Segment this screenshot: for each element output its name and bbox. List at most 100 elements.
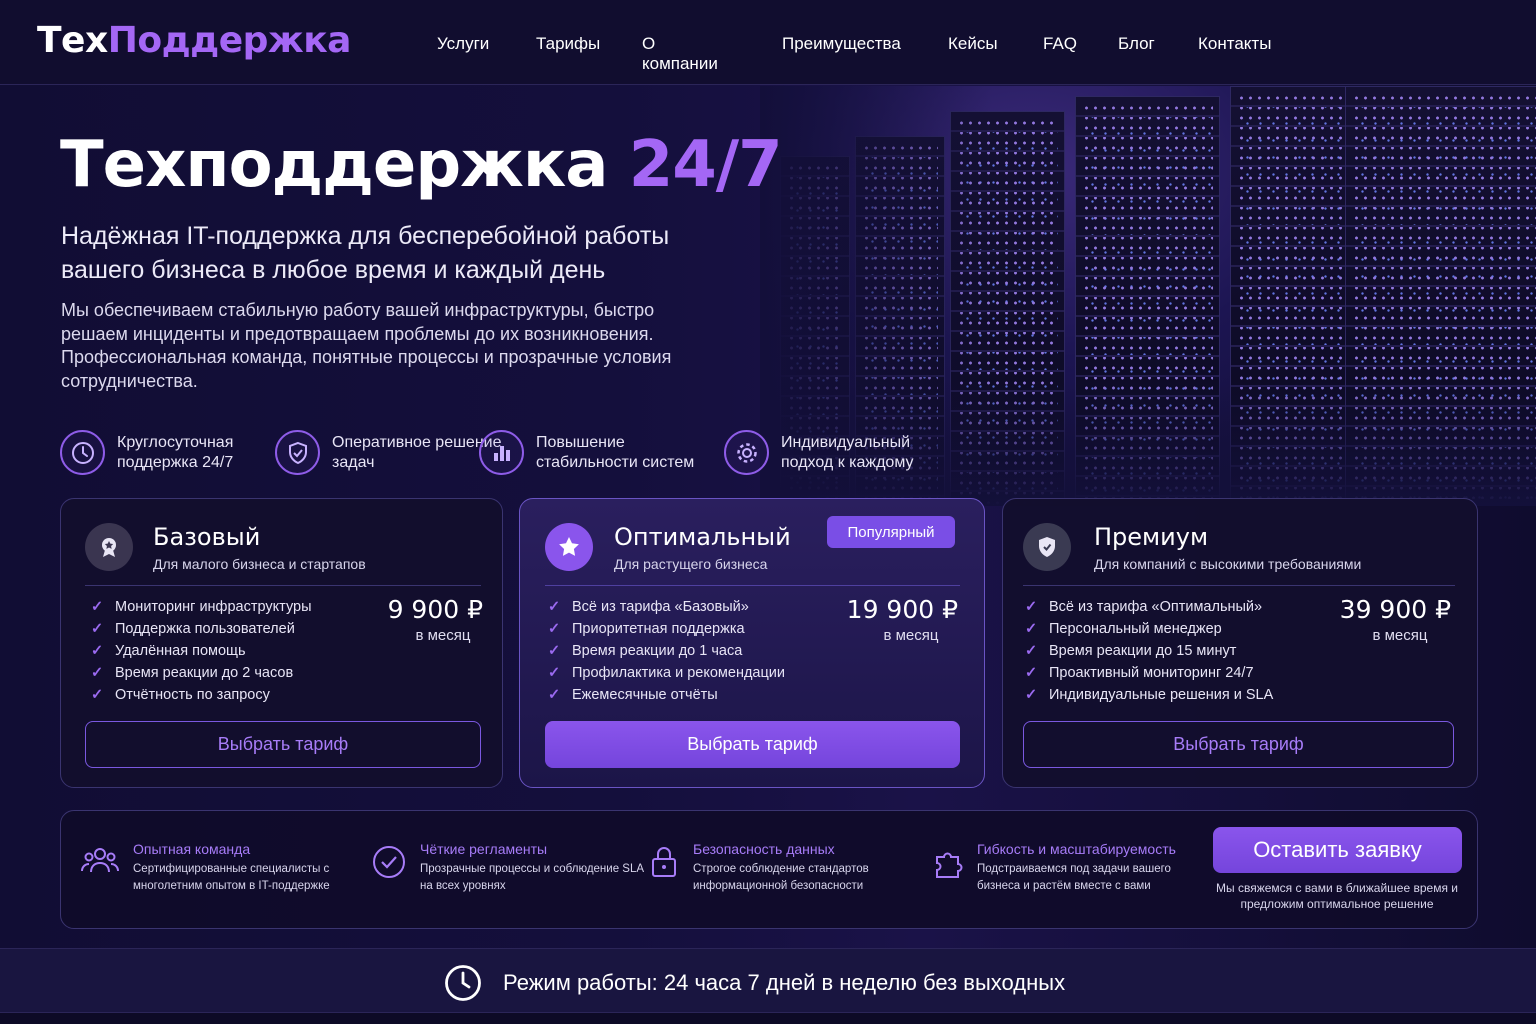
- plan-card-basic: Базовый Для малого бизнеса и стартапов ✓…: [60, 498, 503, 788]
- working-hours-text: Режим работы: 24 часа 7 дней в неделю бе…: [503, 970, 1066, 995]
- check-icon: ✓: [1025, 665, 1038, 681]
- check-icon: ✓: [91, 621, 104, 637]
- benefit-text: Строгое соблюдение стандартов информацио…: [693, 863, 869, 892]
- plan-feature: ✓ Удалённая помощь: [91, 640, 312, 662]
- cta-note: Мы свяжемся с вами в ближайшее время и п…: [1216, 881, 1458, 911]
- choose-plan-basic-button[interactable]: Выбрать тариф: [85, 721, 481, 768]
- plan-period: в месяц: [883, 627, 939, 644]
- plan-feature: ✓ Проактивный мониторинг 24/7: [1025, 662, 1273, 684]
- benefit-text: Подстраиваемся под задачи вашего бизнеса…: [977, 863, 1171, 892]
- feature-item: Индивидуальный подход к каждому: [724, 430, 951, 475]
- check-icon: ✓: [548, 687, 561, 703]
- plan-feature: ✓ Время реакции до 15 минут: [1025, 640, 1273, 662]
- team-icon: [81, 845, 119, 882]
- hero-features: Круглосуточная поддержка 24/7 Оперативно…: [60, 430, 960, 476]
- plan-audience: Для малого бизнеса и стартапов: [153, 556, 366, 572]
- plan-price: 39 900 ₽: [1339, 595, 1451, 624]
- plan-features: ✓ Всё из тарифа «Оптимальный» ✓ Персональн…: [1025, 596, 1273, 706]
- logo[interactable]: ТехПоддержка: [37, 20, 351, 61]
- divider: [545, 585, 960, 586]
- lock-icon: [650, 845, 678, 884]
- choose-plan-optimal-button[interactable]: Выбрать тариф: [545, 721, 960, 768]
- hero-title: Техподдержка 24/7: [60, 128, 783, 202]
- plan-title: Оптимальный: [614, 523, 791, 551]
- plan-audience: Для компаний с высокими требованиями: [1094, 556, 1362, 572]
- feature-text: Оперативное решение задач: [332, 433, 502, 471]
- plan-feature: ✓ Профилактика и рекомендации: [548, 662, 785, 684]
- bar-chart-icon: [479, 430, 524, 475]
- nav-contacts[interactable]: Контакты: [1198, 34, 1271, 54]
- plan-period: в месяц: [415, 627, 471, 644]
- nav-services[interactable]: Услуги: [437, 34, 489, 54]
- benefit-title: Опытная команда: [133, 841, 251, 857]
- nav-cases[interactable]: Кейсы: [948, 34, 998, 54]
- feature-item: Круглосуточная поддержка 24/7: [60, 430, 287, 475]
- clock-icon: [60, 430, 105, 475]
- puzzle-icon: [933, 845, 967, 884]
- hero-subtitle: Надёжная IT-поддержка для бесперебойной …: [61, 222, 670, 284]
- plan-title: Базовый: [153, 523, 261, 551]
- check-icon: ✓: [548, 643, 561, 659]
- nav-tariffs[interactable]: Тарифы: [536, 34, 600, 54]
- star-icon: [545, 523, 593, 571]
- award-icon: [85, 523, 133, 571]
- benefit-title: Чёткие регламенты: [420, 841, 548, 857]
- working-hours: Режим работы: 24 часа 7 дней в неделю бе…: [443, 963, 1065, 1003]
- benefit-text: Прозрачные процессы и соблюдение SLA на …: [420, 863, 644, 892]
- nav-faq[interactable]: FAQ: [1043, 34, 1077, 54]
- shield-icon: [1023, 523, 1071, 571]
- plan-price: 19 900 ₽: [846, 595, 958, 624]
- check-icon: ✓: [91, 665, 104, 681]
- popular-badge: Популярный: [827, 516, 955, 548]
- leave-request-button[interactable]: Оставить заявку: [1213, 827, 1462, 873]
- logo-part-2: Поддержка: [107, 20, 352, 61]
- plan-period: в месяц: [1372, 627, 1428, 644]
- plan-feature: ✓ Приоритетная поддержка: [548, 618, 785, 640]
- plan-feature: ✓ Время реакции до 1 часа: [548, 640, 785, 662]
- divider: [85, 585, 481, 586]
- benefits-bar: Опытная команда Сертифицированные специа…: [60, 810, 1478, 929]
- feature-text: Индивидуальный подход к каждому: [781, 433, 914, 471]
- plan-title: Премиум: [1094, 523, 1209, 551]
- feature-text: Круглосуточная поддержка 24/7: [117, 433, 234, 471]
- plan-feature: ✓ Время реакции до 2 часов: [91, 662, 312, 684]
- plan-card-premium: Премиум Для компаний с высокими требован…: [1002, 498, 1478, 788]
- site-header: ТехПоддержка Услуги Тарифы О компании Пр…: [0, 0, 1536, 85]
- working-hours-bar: Режим работы: 24 часа 7 дней в неделю бе…: [0, 948, 1536, 1013]
- check-icon: ✓: [1025, 687, 1038, 703]
- benefit-title: Безопасность данных: [693, 841, 835, 857]
- divider: [1023, 585, 1455, 586]
- plan-features: ✓ Мониторинг инфраструктуры ✓ Поддержка по…: [91, 596, 312, 706]
- plan-feature: ✓ Всё из тарифа «Оптимальный»: [1025, 596, 1273, 618]
- plan-audience: Для растущего бизнеса: [614, 556, 768, 572]
- clock-icon: [445, 965, 481, 1001]
- check-icon: ✓: [548, 599, 561, 615]
- gear-icon: [724, 430, 769, 475]
- feature-item: Оперативное решение задач: [275, 430, 502, 475]
- plan-feature: ✓ Отчётность по запросу: [91, 684, 312, 706]
- check-icon: ✓: [1025, 643, 1038, 659]
- nav-advantages[interactable]: Преимущества: [782, 34, 901, 54]
- plan-features: ✓ Всё из тарифа «Базовый» ✓ Приоритетная п…: [548, 596, 785, 706]
- benefit-title: Гибкость и масштабируемость: [977, 841, 1176, 857]
- check-icon: ✓: [1025, 621, 1038, 637]
- shield-check-icon: [275, 430, 320, 475]
- nav-about[interactable]: О компании: [642, 34, 718, 74]
- check-icon: ✓: [91, 687, 104, 703]
- nav-blog[interactable]: Блог: [1118, 34, 1155, 54]
- plan-feature: ✓ Персональный менеджер: [1025, 618, 1273, 640]
- check-icon: ✓: [91, 643, 104, 659]
- feature-item: Повышение стабильности систем: [479, 430, 706, 475]
- check-icon: ✓: [1025, 599, 1038, 615]
- plan-feature: ✓ Всё из тарифа «Базовый»: [548, 596, 785, 618]
- choose-plan-premium-button[interactable]: Выбрать тариф: [1023, 721, 1454, 768]
- check-icon: ✓: [548, 665, 561, 681]
- hero-description: Мы обеспечиваем стабильную работу вашей …: [61, 300, 672, 391]
- page-bottom-strip: [0, 1013, 1536, 1024]
- check-circle-icon: [372, 845, 406, 884]
- logo-part-1: Тех: [37, 20, 108, 61]
- plan-feature: ✓ Поддержка пользователей: [91, 618, 312, 640]
- check-icon: ✓: [91, 599, 104, 615]
- plan-feature: ✓ Индивидуальные решения и SLA: [1025, 684, 1273, 706]
- plan-card-optimal: Оптимальный Для растущего бизнеса Популя…: [519, 498, 985, 788]
